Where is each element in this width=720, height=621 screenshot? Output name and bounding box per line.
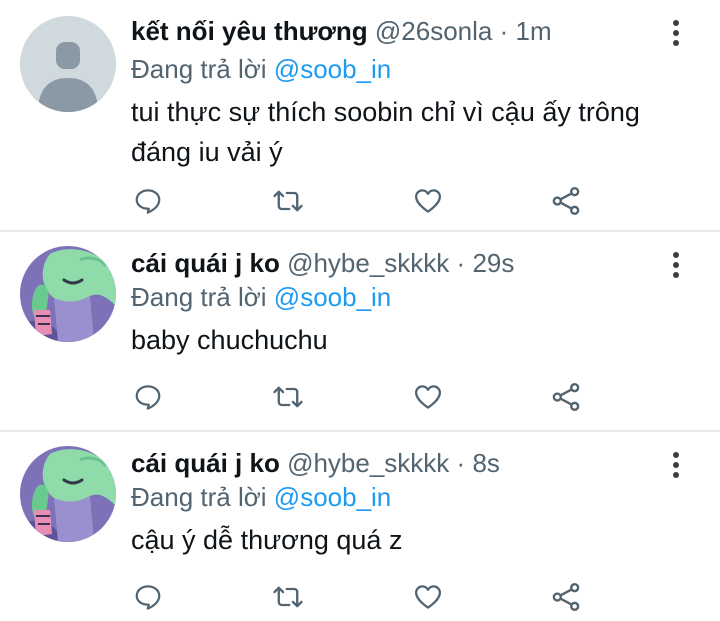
retweet-icon <box>273 386 303 408</box>
tweet-header: kết nối yêu thương @26sonla · 1m <box>131 14 552 48</box>
reply-button[interactable] <box>131 380 165 414</box>
replying-prefix: Đang trả lời <box>131 482 267 512</box>
timestamp[interactable]: 1m <box>516 16 552 46</box>
user-handle[interactable]: @hybe_skkkk <box>287 248 449 278</box>
retweet-button[interactable] <box>271 580 305 614</box>
tweet[interactable]: cái quái j ko @hybe_skkkk · 8s Đang trả … <box>0 432 720 621</box>
reply-icon <box>135 585 161 610</box>
action-bar <box>131 380 591 414</box>
share-button[interactable] <box>549 380 583 414</box>
share-icon <box>552 383 580 411</box>
display-name[interactable]: cái quái j ko <box>131 448 280 478</box>
separator-dot: · <box>456 248 466 278</box>
avatar[interactable] <box>20 16 116 112</box>
reply-icon <box>135 385 161 410</box>
separator-dot: · <box>499 16 509 46</box>
tweet-text: tui thực sự thích soobin chỉ vì cậu ấy t… <box>131 97 640 167</box>
share-button[interactable] <box>549 580 583 614</box>
action-bar <box>131 184 591 218</box>
replying-prefix: Đang trả lời <box>131 54 267 84</box>
replying-prefix: Đang trả lời <box>131 282 267 312</box>
retweet-button[interactable] <box>271 380 305 414</box>
more-options-icon[interactable] <box>672 20 680 48</box>
cartoon-avatar <box>20 246 116 342</box>
tweet-header: cái quái j ko @hybe_skkkk · 8s <box>131 446 500 480</box>
replying-to: Đang trả lời @soob_in <box>131 52 391 86</box>
reply-icon <box>135 189 161 214</box>
display-name[interactable]: cái quái j ko <box>131 248 280 278</box>
share-button[interactable] <box>549 184 583 218</box>
tweet-text: cậu ý dễ thương quá z <box>131 525 403 555</box>
heart-icon <box>415 189 441 213</box>
cartoon-avatar <box>20 446 116 542</box>
avatar[interactable] <box>20 246 116 342</box>
action-bar <box>131 580 591 614</box>
reply-button[interactable] <box>131 580 165 614</box>
user-handle[interactable]: @26sonla <box>375 16 492 46</box>
retweet-icon <box>273 190 303 212</box>
tweet[interactable]: kết nối yêu thương @26sonla · 1m Đang tr… <box>0 0 720 232</box>
mention-link[interactable]: @soob_in <box>274 282 391 312</box>
more-options-icon[interactable] <box>672 252 680 280</box>
like-button[interactable] <box>411 184 445 218</box>
tweet-text: baby chuchuchu <box>131 325 328 355</box>
heart-icon <box>415 585 441 609</box>
mention-link[interactable]: @soob_in <box>274 482 391 512</box>
replying-to: Đang trả lời @soob_in <box>131 280 391 314</box>
mention-link[interactable]: @soob_in <box>274 54 391 84</box>
tweet[interactable]: cái quái j ko @hybe_skkkk · 29s Đang trả… <box>0 232 720 432</box>
like-button[interactable] <box>411 380 445 414</box>
more-options-icon[interactable] <box>672 452 680 480</box>
avatar[interactable] <box>20 446 116 542</box>
share-icon <box>552 583 580 611</box>
tweet-header: cái quái j ko @hybe_skkkk · 29s <box>131 246 514 280</box>
timestamp[interactable]: 8s <box>472 448 499 478</box>
default-profile-icon <box>38 42 98 112</box>
like-button[interactable] <box>411 580 445 614</box>
timestamp[interactable]: 29s <box>472 248 514 278</box>
retweet-icon <box>273 586 303 608</box>
separator-dot: · <box>456 448 466 478</box>
reply-button[interactable] <box>131 184 165 218</box>
share-icon <box>552 187 580 215</box>
user-handle[interactable]: @hybe_skkkk <box>287 448 449 478</box>
retweet-button[interactable] <box>271 184 305 218</box>
display-name[interactable]: kết nối yêu thương <box>131 16 368 46</box>
heart-icon <box>415 385 441 409</box>
replying-to: Đang trả lời @soob_in <box>131 480 391 514</box>
